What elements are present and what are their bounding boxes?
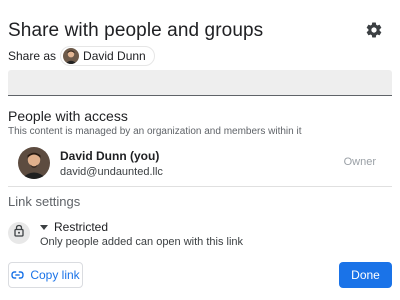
add-people-input[interactable] (8, 70, 392, 96)
avatar (63, 48, 80, 64)
managed-note: This content is managed by an organizati… (8, 126, 302, 137)
caret-down-icon (40, 220, 48, 234)
person-role: Owner (343, 156, 376, 168)
done-button[interactable]: Done (339, 262, 392, 288)
people-with-access-heading: People with access (8, 108, 128, 124)
avatar (18, 147, 50, 179)
link-icon (11, 268, 25, 282)
share-as-name: David Dunn (83, 49, 146, 63)
settings-button[interactable] (364, 21, 384, 44)
lock-badge (8, 222, 30, 244)
link-access-description: Only people added can open with this lin… (40, 236, 244, 248)
done-label: Done (351, 268, 380, 282)
copy-link-label: Copy link (30, 268, 80, 282)
link-settings-heading: Link settings (8, 194, 81, 209)
share-as-selector[interactable]: David Dunn (60, 46, 155, 66)
copy-link-button[interactable]: Copy link (8, 262, 83, 288)
share-as-label: Share as (8, 49, 57, 63)
link-access-dropdown[interactable]: Restricted (40, 219, 108, 235)
list-item: David Dunn (you) david@undaunted.llc Own… (8, 145, 392, 181)
share-as-row: Share as David Dunn (8, 46, 155, 66)
lock-icon (13, 224, 25, 242)
link-access-mode: Restricted (54, 220, 109, 234)
person-name: David Dunn (you) (60, 149, 160, 163)
divider (8, 186, 392, 187)
dialog-title: Share with people and groups (8, 20, 264, 41)
share-dialog: Share with people and groups Share as Da… (0, 0, 400, 300)
person-email: david@undaunted.llc (60, 166, 163, 178)
gear-icon (365, 21, 383, 44)
